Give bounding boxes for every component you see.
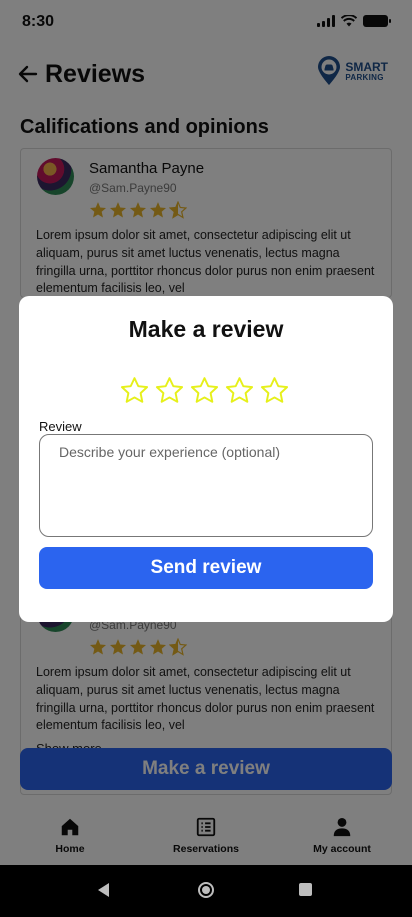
system-back-icon[interactable] bbox=[98, 883, 109, 897]
review-field-label: Review bbox=[39, 419, 82, 434]
system-recents-icon[interactable] bbox=[299, 883, 312, 896]
send-review-button[interactable]: Send review bbox=[39, 547, 373, 589]
star-outline-icon[interactable] bbox=[260, 376, 289, 405]
review-textarea[interactable] bbox=[39, 434, 373, 537]
system-home-icon[interactable] bbox=[198, 882, 214, 898]
android-nav-bar bbox=[0, 865, 412, 917]
reviews-screen: 8:30 Reviews SMART PARKING Califications… bbox=[0, 0, 412, 917]
dialog-title: Make a review bbox=[128, 316, 284, 342]
star-outline-icon[interactable] bbox=[190, 376, 219, 405]
star-outline-icon[interactable] bbox=[120, 376, 149, 405]
star-outline-icon[interactable] bbox=[155, 376, 184, 405]
make-review-dialog: Make a review Review Send review bbox=[19, 296, 393, 622]
star-outline-icon[interactable] bbox=[225, 376, 254, 405]
rating-selector bbox=[120, 376, 289, 405]
